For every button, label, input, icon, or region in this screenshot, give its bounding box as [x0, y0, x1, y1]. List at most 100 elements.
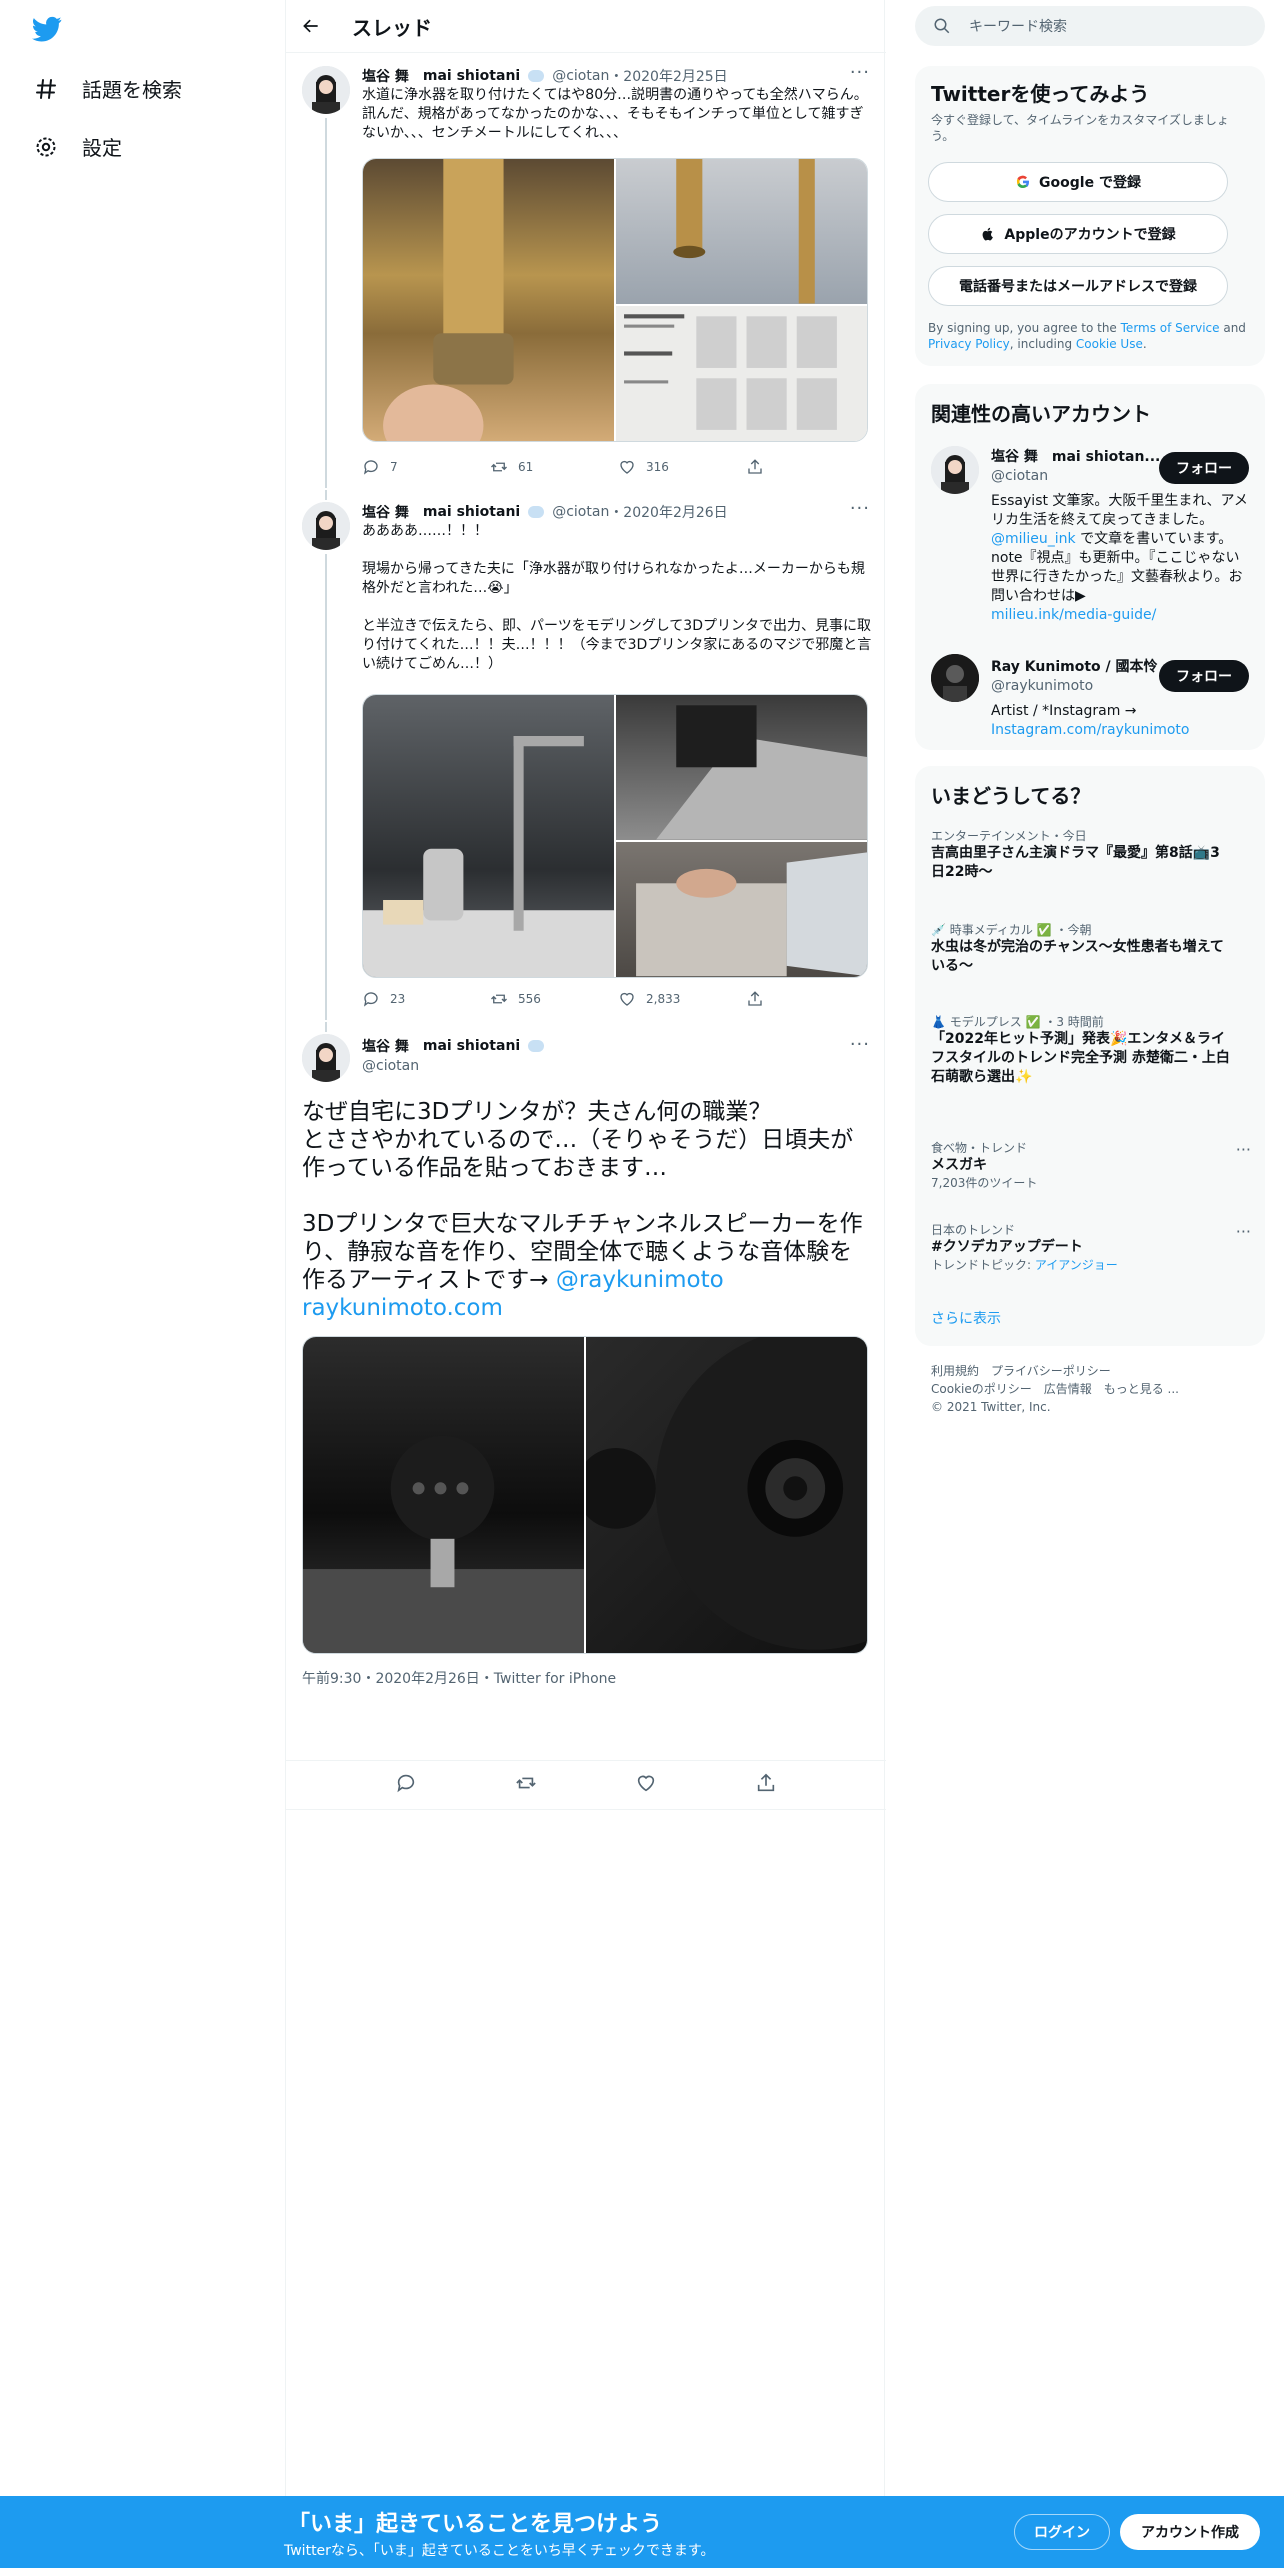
media-photo[interactable]: [616, 695, 867, 840]
media-photo[interactable]: [303, 1337, 584, 1653]
trend-item[interactable]: 食べ物・トレンド メスガキ 7,203件のツイート: [931, 1140, 1231, 1191]
mention-link[interactable]: @raykunimoto: [556, 1267, 724, 1293]
author-name[interactable]: 塩谷 舞: [362, 1036, 409, 1056]
twitter-logo-icon[interactable]: [30, 14, 64, 44]
account-name[interactable]: 塩谷 舞 mai shiotan...: [991, 446, 1160, 466]
apple-signup-button[interactable]: Appleのアカウントで登録: [928, 214, 1228, 254]
author-name[interactable]: 塩谷 舞: [362, 66, 409, 86]
tweet-2[interactable]: 塩谷 舞 mai shiotani @ciotan ・2020年2月26日 ···…: [286, 490, 886, 1020]
reply-button[interactable]: 23: [362, 990, 490, 1008]
nav-explore-label: 話題を検索: [82, 78, 182, 102]
share-button[interactable]: [746, 990, 874, 1008]
avatar[interactable]: [302, 66, 350, 114]
trend-item[interactable]: 💉 時事メディカル ✅ ・今朝 水虫は冬が完治のチャンス～女性患者も増えている～: [931, 922, 1231, 976]
like-button[interactable]: 2,833: [618, 990, 746, 1008]
tweet-date[interactable]: ・2020年2月25日: [609, 66, 727, 86]
author-handle[interactable]: @ciotan: [362, 1058, 419, 1074]
media-photo[interactable]: [616, 305, 867, 441]
heart-icon: [620, 460, 634, 474]
account-handle[interactable]: @ciotan: [991, 468, 1048, 484]
follow-button[interactable]: フォロー: [1159, 660, 1249, 692]
media-photo[interactable]: [616, 841, 867, 977]
trend-count: 7,203件のツイート: [931, 1176, 1038, 1190]
retweet-count: 556: [518, 992, 541, 1006]
more-icon[interactable]: ···: [1236, 1222, 1251, 1241]
author-name-en[interactable]: mai shiotani: [423, 68, 520, 84]
share-button[interactable]: [755, 1772, 777, 1798]
privacy-link[interactable]: Privacy Policy: [928, 337, 1010, 351]
related-title: 関連性の高いアカウント: [931, 402, 1151, 426]
search-input[interactable]: キーワード検索: [969, 16, 1067, 36]
account-handle[interactable]: @raykunimoto: [991, 678, 1093, 694]
share-button[interactable]: [746, 458, 874, 476]
tweet-meta: 塩谷 舞 mai shiotani @ciotan ・2020年2月26日: [362, 502, 728, 522]
trend-item[interactable]: エンターテインメント・今日 吉高由里子さん主演ドラマ『最愛』第8話📺3日22時〜: [931, 828, 1231, 882]
signup-card: Twitterを使ってみよう 今すぐ登録して、タイムラインをカスタマイズしましょ…: [915, 66, 1265, 366]
avatar[interactable]: [302, 502, 350, 550]
author-handle[interactable]: @ciotan: [552, 68, 609, 84]
phone-signup-button[interactable]: 電話番号またはメールアドレスで登録: [928, 266, 1228, 306]
tweet-date[interactable]: ・2020年2月26日: [609, 502, 727, 522]
author-handle[interactable]: @ciotan: [552, 504, 609, 520]
thread-header: スレッド: [286, 0, 886, 53]
trend-topic-link[interactable]: アイアンジョー: [1035, 1258, 1118, 1272]
media-photo[interactable]: [616, 159, 867, 304]
trend-item[interactable]: 👗 モデルプレス ✅ ・3 時間前 「2022年ヒット予測」発表🎉エンタメ＆ライ…: [931, 1014, 1231, 1087]
author-name[interactable]: 塩谷 舞: [362, 502, 409, 522]
bio-url[interactable]: milieu.ink/media-guide/: [991, 607, 1156, 623]
more-icon[interactable]: ···: [850, 1034, 870, 1055]
account-bio: Artist / *Instagram → Instagram.com/rayku…: [991, 702, 1251, 740]
bio-link[interactable]: @milieu_ink: [991, 531, 1076, 547]
back-button[interactable]: [300, 15, 322, 37]
retweet-button[interactable]: 61: [490, 458, 618, 476]
more-icon[interactable]: ···: [850, 62, 870, 83]
more-icon[interactable]: ···: [1236, 1140, 1251, 1159]
url-link[interactable]: raykunimoto.com: [302, 1295, 503, 1321]
cookie-link[interactable]: Cookie Use: [1076, 337, 1143, 351]
avatar[interactable]: [931, 654, 979, 702]
badge-icon: [528, 70, 545, 82]
tweet-timestamp[interactable]: 午前9:30・2020年2月26日・Twitter for iPhone: [302, 1668, 616, 1688]
author-name-en[interactable]: mai shiotani: [423, 1038, 520, 1054]
like-button[interactable]: [635, 1772, 657, 1798]
author-name-en[interactable]: mai shiotani: [423, 504, 520, 520]
show-more-link[interactable]: さらに表示: [931, 1308, 1001, 1328]
reply-button[interactable]: 7: [362, 458, 490, 476]
tweet-1[interactable]: 塩谷 舞 mai shiotani @ciotan ・2020年2月25日 ···…: [286, 54, 886, 488]
login-button[interactable]: ログイン: [1014, 2514, 1110, 2550]
thread-line: [325, 1022, 327, 1032]
trend-category: 👗 モデルプレス ✅ ・3 時間前: [931, 1015, 1104, 1029]
trend-item[interactable]: 日本のトレンド #クソデカアップデート トレンドトピック: アイアンジョー: [931, 1222, 1231, 1273]
terms-and: and: [1219, 321, 1246, 335]
sidebar-footer: 利用規約 プライバシーポリシー Cookieのポリシー 広告情報 もっと見る .…: [931, 1362, 1179, 1416]
more-icon[interactable]: ···: [850, 498, 870, 519]
trend-category: 💉 時事メディカル ✅ ・今朝: [931, 923, 1092, 937]
trend-name: 吉高由里子さん主演ドラマ『最愛』第8話📺3日22時〜: [931, 845, 1220, 880]
search-box[interactable]: キーワード検索: [915, 6, 1265, 46]
reply-button[interactable]: [395, 1772, 417, 1798]
terms-pre: By signing up, you agree to the: [928, 321, 1121, 335]
nav-settings-label: 設定: [82, 136, 122, 160]
bio-url[interactable]: Instagram.com/raykunimoto: [991, 722, 1189, 738]
footer-links-1[interactable]: 利用規約 プライバシーポリシー: [931, 1362, 1179, 1380]
retweet-button[interactable]: 556: [490, 990, 618, 1008]
tweet-text: 水道に浄水器を取り付けたくてはや80分…説明書の通りやっても全然ハマらん。訊んだ…: [362, 87, 868, 141]
like-button[interactable]: 316: [618, 458, 746, 476]
google-signup-button[interactable]: Google で登録: [928, 162, 1228, 202]
nav-explore[interactable]: 話題を検索: [34, 74, 182, 103]
follow-button[interactable]: フォロー: [1159, 452, 1249, 484]
thread-line: [325, 490, 327, 500]
media-photo[interactable]: [363, 695, 614, 977]
media-photo[interactable]: [363, 159, 614, 441]
retweet-button[interactable]: [515, 1772, 537, 1798]
media-photo[interactable]: [576, 1337, 867, 1653]
nav-settings[interactable]: 設定: [34, 132, 122, 161]
account-name[interactable]: Ray Kunimoto / 國本怜: [991, 656, 1158, 676]
terms-link[interactable]: Terms of Service: [1121, 321, 1220, 335]
like-count: 2,833: [646, 992, 681, 1006]
avatar[interactable]: [931, 446, 979, 494]
avatar[interactable]: [302, 1034, 350, 1082]
create-account-button[interactable]: アカウント作成: [1120, 2514, 1260, 2550]
footer-links-2[interactable]: Cookieのポリシー 広告情報 もっと見る ...: [931, 1380, 1179, 1398]
gear-icon: [36, 137, 56, 156]
